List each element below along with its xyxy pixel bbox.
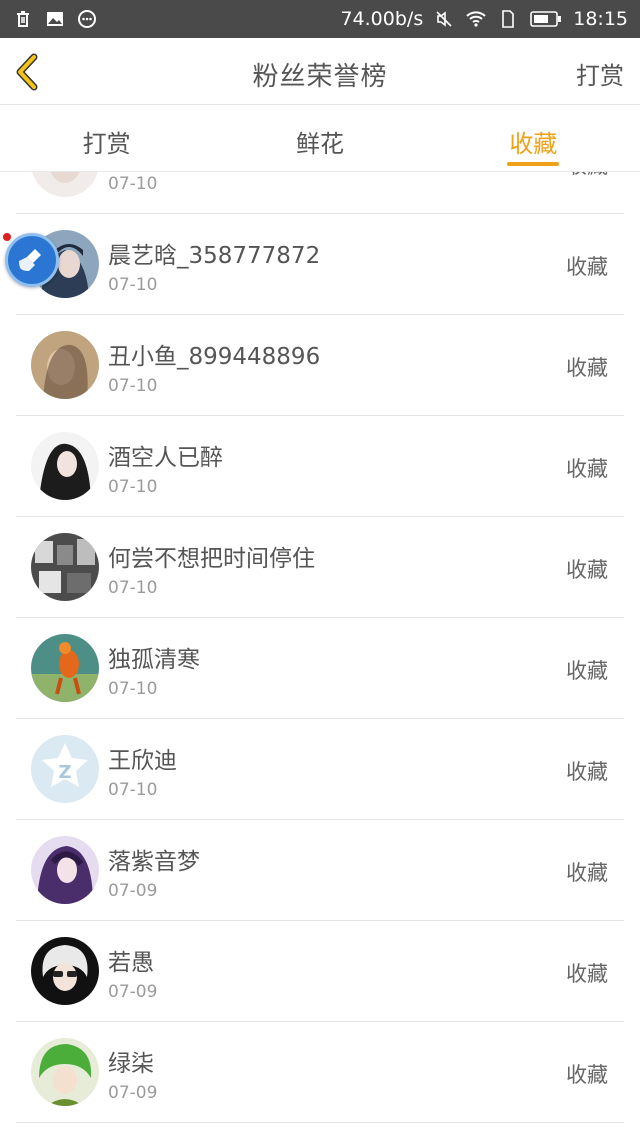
list-item-name: 丑小鱼_899448896 — [108, 344, 321, 370]
list-item[interactable]: 绿柒 07-09 收藏 — [0, 1022, 640, 1123]
status-bar: 74.00b/s 18:15 — [0, 0, 640, 38]
avatar — [31, 937, 99, 1005]
list-item[interactable]: 独孤清寒 07-10 收藏 — [0, 618, 640, 719]
more-icon — [76, 8, 98, 30]
list-item[interactable]: 酒空人已醉 07-10 收藏 — [0, 416, 640, 517]
list-item-action: 收藏 — [566, 659, 608, 683]
avatar — [31, 533, 99, 601]
sim-icon — [497, 8, 519, 30]
list-item[interactable]: 晨艺晗_358777872 07-10 收藏 — [0, 214, 640, 315]
clock: 18:15 — [573, 8, 628, 30]
tab-bar: 打赏 鲜花 收藏 — [0, 106, 640, 172]
list-item[interactable]: 何尝不想把时间停住 07-10 收藏 — [0, 517, 640, 618]
list-item-name: 何尝不想把时间停住 — [108, 546, 315, 572]
list-item-name: 晨艺晗_358777872 — [108, 243, 321, 269]
avatar — [31, 172, 99, 197]
list-item[interactable]: 若愚 07-09 收藏 — [0, 921, 640, 1022]
list-item-action: 收藏 — [566, 962, 608, 986]
list-item-action: 收藏 — [566, 1063, 608, 1087]
floating-assistant-button[interactable] — [5, 233, 59, 287]
list-item-date: 07-10 — [108, 376, 158, 396]
trash-icon — [12, 8, 34, 30]
list-item-date: 07-10 — [108, 275, 158, 295]
list-item-name: 绿柒 — [108, 1051, 154, 1077]
broom-icon — [19, 249, 41, 271]
nav-bar: 粉丝荣誉榜 打赏 — [0, 38, 640, 105]
list-item-date: 07-09 — [108, 881, 158, 901]
list-item[interactable]: 落紫音梦 07-09 收藏 — [0, 820, 640, 921]
list-item-date: 07-09 — [108, 982, 158, 1002]
list-item[interactable]: Z 王欣迪 07-10 收藏 — [0, 719, 640, 820]
network-speed: 74.00b/s — [340, 8, 424, 30]
list-item-date: 07-10 — [108, 174, 158, 194]
notification-dot — [3, 233, 11, 241]
page-title: 粉丝荣誉榜 — [252, 62, 388, 92]
tab-reward[interactable]: 打赏 — [0, 106, 213, 171]
avatar — [31, 432, 99, 500]
divider — [16, 1122, 624, 1123]
list-item-date: 07-09 — [108, 1083, 158, 1103]
tab-label: 鲜花 — [295, 130, 344, 158]
list-item-date: 07-10 — [108, 679, 158, 699]
fan-list: 07-10 收藏 晨艺晗_358777872 07-10 收藏 丑小鱼_8994… — [0, 172, 640, 1138]
list-item-action: 收藏 — [566, 172, 608, 180]
list-item-action: 收藏 — [566, 255, 608, 279]
mute-icon — [433, 8, 455, 30]
list-item-name: 独孤清寒 — [108, 647, 200, 673]
avatar — [31, 836, 99, 904]
tab-label: 打赏 — [82, 130, 131, 158]
tab-flowers[interactable]: 鲜花 — [213, 106, 426, 171]
image-icon — [44, 8, 66, 30]
list-item-name: 落紫音梦 — [108, 849, 200, 875]
svg-text:Z: Z — [58, 762, 71, 783]
battery-icon — [529, 8, 563, 30]
list-item-date: 07-10 — [108, 578, 158, 598]
avatar: Z — [31, 735, 99, 803]
list-item-action: 收藏 — [566, 861, 608, 885]
list-item-action: 收藏 — [566, 356, 608, 380]
list-item-name: 王欣迪 — [108, 748, 177, 774]
list-item[interactable]: 07-10 收藏 — [0, 172, 640, 214]
list-item-action: 收藏 — [566, 760, 608, 784]
reward-button[interactable]: 打赏 — [576, 56, 624, 91]
wifi-icon — [465, 8, 487, 30]
list-item[interactable]: 丑小鱼_899448896 07-10 收藏 — [0, 315, 640, 416]
avatar — [31, 634, 99, 702]
list-item-action: 收藏 — [566, 558, 608, 582]
tab-favorites[interactable]: 收藏 — [427, 106, 640, 171]
list-item-name: 酒空人已醉 — [108, 445, 223, 471]
list-item-action: 收藏 — [566, 457, 608, 481]
list-item-date: 07-10 — [108, 477, 158, 497]
tab-label: 收藏 — [509, 130, 558, 158]
list-item-date: 07-10 — [108, 780, 158, 800]
tab-indicator — [507, 162, 560, 166]
avatar — [31, 1038, 99, 1106]
list-item-name: 若愚 — [108, 950, 154, 976]
avatar — [31, 331, 99, 399]
